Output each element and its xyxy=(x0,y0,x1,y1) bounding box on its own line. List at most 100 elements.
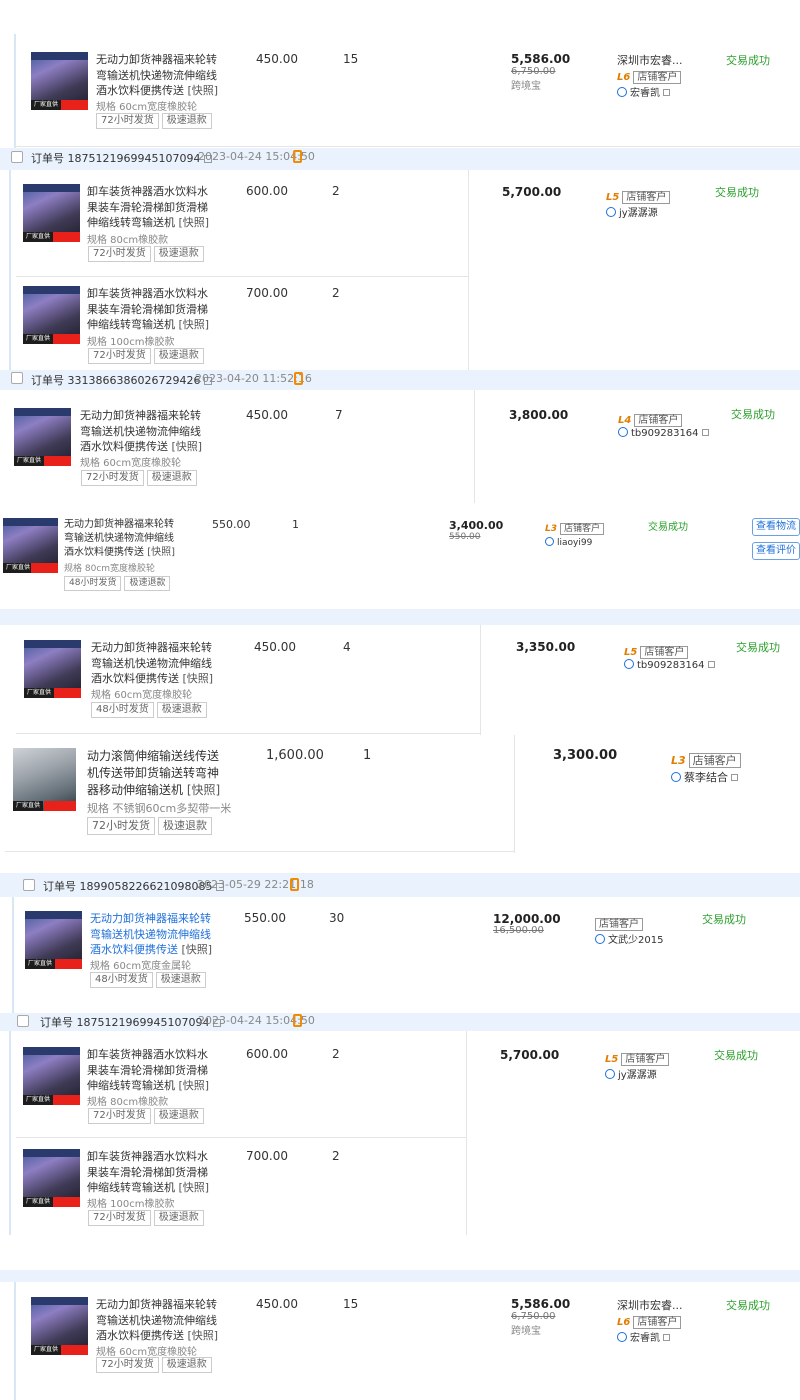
level-badge: L3 xyxy=(671,754,686,767)
buyer-name[interactable]: tb909283164 xyxy=(624,659,715,671)
chat-icon[interactable] xyxy=(595,934,605,944)
buyer-name[interactable]: 宏睿凯 xyxy=(617,84,670,99)
service-tags: 48小时发货 极速退款 xyxy=(91,702,210,718)
order-total: 12,000.00 xyxy=(493,912,561,926)
order-total: 3,300.00 xyxy=(553,748,618,763)
order-header: 订单号 1899058226621098085 2023-05-29 22:21… xyxy=(0,873,800,897)
product-title[interactable]: 卸车装货神器酒水饮料水果装车滑轮滑梯卸货滑梯伸缩线转弯输送机 [快照] xyxy=(87,286,213,333)
product-thumbnail[interactable]: 厂家直供 xyxy=(23,286,80,344)
product-title[interactable]: 无动力卸货神器福来轮转弯输送机快递物流伸缩线酒水饮料便携传送 [快照] xyxy=(91,640,217,687)
buyer-name[interactable]: jy潺潺源 xyxy=(606,204,658,219)
buyer-name[interactable]: tb909283164 xyxy=(618,427,709,439)
product-thumbnail[interactable]: 厂家直供 xyxy=(25,911,82,969)
order-checkbox[interactable] xyxy=(23,879,35,891)
order-status: 交易成功 xyxy=(726,54,770,67)
buyer-name[interactable]: 蔡李结合 xyxy=(671,769,738,785)
order-total: 3,400.00 xyxy=(449,519,504,532)
product-spec: 规格 80cm橡胶款 xyxy=(87,235,169,246)
chat-icon[interactable] xyxy=(617,1332,627,1342)
copy-icon[interactable] xyxy=(731,774,738,781)
mobile-order-icon xyxy=(293,150,302,163)
fast-refund-tag: 极速退款 xyxy=(155,972,206,988)
store-customer-tag: 店铺客户 xyxy=(640,646,689,659)
product-thumbnail[interactable]: 厂家直供 xyxy=(23,184,80,242)
product-title[interactable]: 无动力卸货神器福来轮转弯输送机快递物流伸缩线酒水饮料便携传送 [快照] xyxy=(64,518,179,560)
order-checkbox[interactable] xyxy=(11,372,23,384)
chat-icon[interactable] xyxy=(605,1069,615,1079)
buyer-name[interactable]: liaoyi99 xyxy=(545,537,592,548)
quantity: 1 xyxy=(363,748,372,763)
order-card-9: 厂家直供 无动力卸货神器福来轮转弯输送机快递物流伸缩线酒水饮料便携传送 [快照]… xyxy=(0,1270,800,1400)
product-title[interactable]: 动力滚筒伸缩输送线传送机传送带卸货输送转弯神器移动伸缩输送机 [快照] xyxy=(87,748,227,799)
copy-icon[interactable] xyxy=(701,429,709,436)
order-header: 订单号 1875121969945107094 2023-04-24 15:04… xyxy=(0,1013,800,1031)
product-thumbnail[interactable]: 厂家直供 xyxy=(31,52,88,110)
product-thumbnail[interactable]: 厂家直供 xyxy=(13,748,76,811)
chat-icon[interactable] xyxy=(617,87,627,97)
fast-refund-tag: 极速退款 xyxy=(153,1108,204,1124)
order-status: 交易成功 xyxy=(736,641,780,654)
buyer-level: L5 店铺客户 xyxy=(606,188,671,204)
product-title[interactable]: 卸车装货神器酒水饮料水果装车滑轮滑梯卸货滑梯伸缩线转弯输送机 [快照] xyxy=(87,184,213,231)
shop-name[interactable]: 深圳市宏睿... xyxy=(617,1297,683,1313)
column-divider xyxy=(514,735,515,853)
divider xyxy=(16,146,800,147)
card-left-border xyxy=(14,34,16,148)
product-thumbnail[interactable]: 厂家直供 xyxy=(23,1149,80,1207)
buyer-level: L5 店铺客户 xyxy=(605,1050,670,1066)
chat-icon[interactable] xyxy=(624,659,634,669)
store-customer-tag: 店铺客户 xyxy=(560,523,605,535)
order-total: 5,700.00 xyxy=(500,1048,560,1062)
order-card-4: 厂家直供 无动力卸货神器福来轮转弯输送机快递物流伸缩线酒水饮料便携传送 [快照]… xyxy=(0,503,800,609)
product-thumbnail[interactable]: 厂家直供 xyxy=(31,1297,88,1355)
product-thumbnail[interactable]: 厂家直供 xyxy=(23,1047,80,1105)
buyer-name[interactable]: jy潺潺源 xyxy=(605,1066,657,1081)
product-title[interactable]: 无动力卸货神器福来轮转弯输送机快递物流伸缩线酒水饮料便携传送 [快照] xyxy=(80,408,206,455)
order-card-6: 厂家直供 动力滚筒伸缩输送线传送机传送带卸货输送转弯神器移动伸缩输送机 [快照]… xyxy=(0,735,800,853)
unit-price: 700.00 xyxy=(246,1149,288,1163)
fast-refund-tag: 极速退款 xyxy=(161,113,212,129)
unit-price: 450.00 xyxy=(246,408,288,422)
product-spec: 规格 60cm宽度橡胶轮 xyxy=(80,458,182,469)
column-divider xyxy=(474,390,475,503)
product-thumbnail[interactable]: 厂家直供 xyxy=(24,640,81,698)
copy-icon[interactable] xyxy=(707,661,715,668)
order-checkbox[interactable] xyxy=(17,1015,29,1027)
buyer-name[interactable]: 文武少2015 xyxy=(595,931,663,946)
store-customer-tag: 店铺客户 xyxy=(622,191,671,204)
copy-icon[interactable] xyxy=(663,1334,670,1341)
copy-icon[interactable] xyxy=(663,89,670,96)
product-spec: 规格 100cm橡胶款 xyxy=(87,1199,175,1210)
original-price: 16,500.00 xyxy=(493,925,544,936)
view-review-button[interactable]: 查看评价 xyxy=(752,542,800,560)
product-thumbnail[interactable]: 厂家直供 xyxy=(3,518,58,573)
card-left-border xyxy=(9,170,11,370)
ship-72h-tag: 72小时发货 xyxy=(88,348,151,364)
service-tags: 72小时发货 极速退款 xyxy=(81,470,200,486)
product-title[interactable]: 卸车装货神器酒水饮料水果装车滑轮滑梯卸货滑梯伸缩线转弯输送机 [快照] xyxy=(87,1047,213,1094)
order-checkbox[interactable] xyxy=(11,151,23,163)
product-title[interactable]: 卸车装货神器酒水饮料水果装车滑轮滑梯卸货滑梯伸缩线转弯输送机 [快照] xyxy=(87,1149,213,1196)
chat-icon[interactable] xyxy=(671,772,681,782)
shop-name[interactable]: 深圳市宏睿... xyxy=(617,52,683,68)
fast-refund-tag: 极速退款 xyxy=(158,817,212,835)
buyer-name[interactable]: 宏睿凯 xyxy=(617,1329,670,1344)
buyer-level: 店铺客户 xyxy=(595,915,643,931)
view-logistics-button[interactable]: 查看物流 xyxy=(752,518,800,536)
ship-72h-tag: 72小时发货 xyxy=(88,1108,151,1124)
store-customer-tag: 店铺客户 xyxy=(595,918,643,931)
product-title[interactable]: 无动力卸货神器福来轮转弯输送机快递物流伸缩线酒水饮料便携传送 [快照] xyxy=(90,911,216,958)
service-tags: 72小时发货 极速退款 xyxy=(88,1108,207,1124)
chat-icon[interactable] xyxy=(545,537,554,546)
ship-72h-tag: 72小时发货 xyxy=(96,1357,159,1373)
buyer-level: L5 店铺客户 xyxy=(624,643,689,659)
level-badge: L5 xyxy=(606,192,620,203)
product-title[interactable]: 无动力卸货神器福来轮转弯输送机快递物流伸缩线酒水饮料便携传送 [快照] xyxy=(96,52,222,99)
chat-icon[interactable] xyxy=(606,207,616,217)
product-title[interactable]: 无动力卸货神器福来轮转弯输送机快递物流伸缩线酒水饮料便携传送 [快照] xyxy=(96,1297,222,1344)
chat-icon[interactable] xyxy=(618,427,628,437)
level-badge: L6 xyxy=(617,1317,631,1328)
product-thumbnail[interactable]: 厂家直供 xyxy=(14,408,71,466)
order-total: 5,700.00 xyxy=(502,185,562,199)
service-tags: 72小时发货 极速退款 xyxy=(96,113,215,129)
